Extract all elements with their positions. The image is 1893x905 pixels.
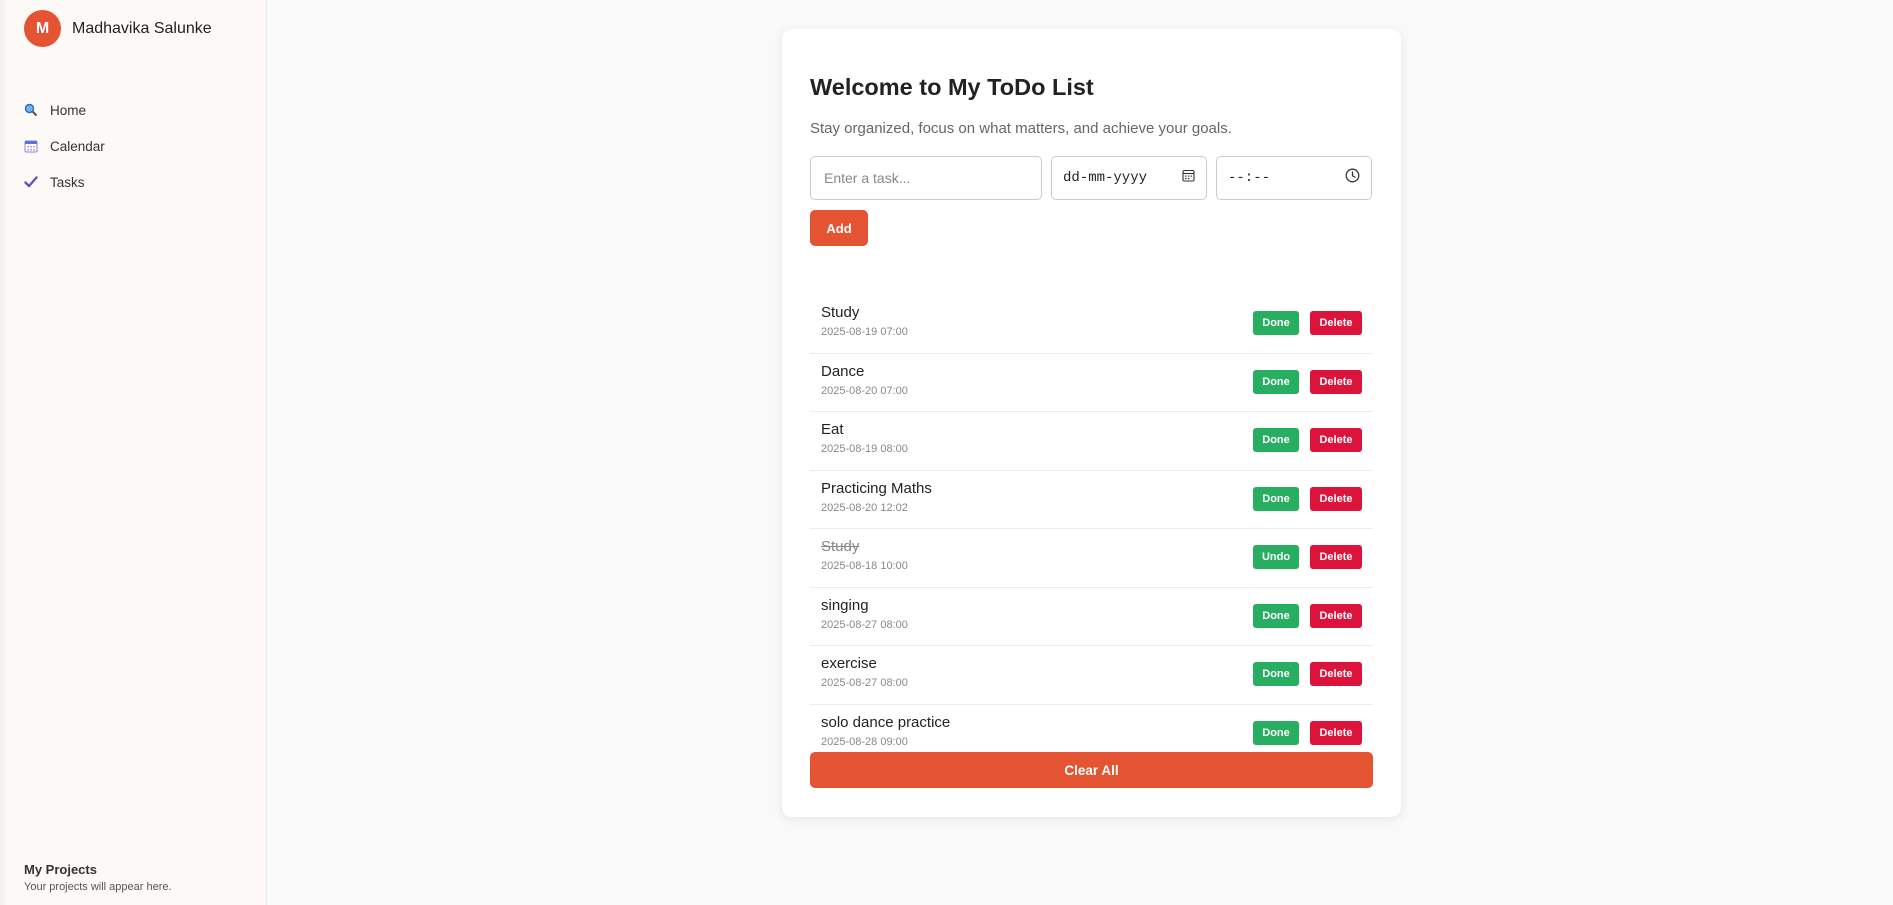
task-datetime: 2025-08-18 10:00 [821, 560, 908, 572]
task-datetime: 2025-08-19 08:00 [821, 443, 908, 455]
task-datetime: 2025-08-20 12:02 [821, 501, 908, 514]
check-icon [24, 175, 38, 189]
user-profile: M Madhavika Salunke [24, 10, 212, 47]
calendar-picker-icon[interactable] [1182, 169, 1195, 187]
page-title: Welcome to My ToDo List [810, 74, 1094, 100]
task-row: Practicing Maths 2025-08-20 12:02 Done D… [810, 471, 1373, 529]
time-input[interactable]: --:-- [1216, 156, 1372, 200]
task-datetime: 2025-08-20 07:00 [821, 384, 908, 397]
task-name: solo dance practice [821, 713, 951, 731]
page-subtitle: Stay organized, focus on what matters, a… [810, 120, 1232, 137]
delete-button[interactable]: Delete [1310, 486, 1362, 511]
task-name: Study [821, 304, 860, 321]
todo-card: Welcome to My ToDo List Stay organized, … [782, 29, 1401, 817]
task-row-completed: Study 2025-08-18 10:00 Undo Delete [810, 529, 1373, 588]
task-row: singing 2025-08-27 08:00 Done Delete [810, 588, 1373, 646]
task-datetime: 2025-08-19 07:00 [821, 326, 908, 338]
done-button[interactable]: Done [1253, 603, 1299, 628]
task-name: singing [821, 596, 869, 614]
task-form: dd-mm-yyyy --:-- [810, 156, 1372, 200]
task-datetime: 2025-08-27 08:00 [821, 677, 908, 689]
user-name: Madhavika Salunke [72, 19, 212, 37]
delete-button[interactable]: Delete [1310, 720, 1362, 745]
projects-subtitle: Your projects will appear here. [24, 881, 172, 893]
task-row: Eat 2025-08-19 08:00 Done Delete [810, 412, 1373, 471]
my-projects-section: My Projects Your projects will appear he… [24, 862, 172, 893]
sidebar-item-label: Calendar [50, 138, 105, 154]
date-input-placeholder: dd-mm-yyyy [1063, 170, 1148, 186]
sidebar-item-tasks[interactable]: Tasks [24, 164, 105, 200]
sidebar-item-home[interactable]: Home [24, 92, 105, 128]
delete-button[interactable]: Delete [1310, 603, 1362, 628]
projects-title: My Projects [24, 862, 97, 877]
done-button[interactable]: Done [1253, 486, 1299, 511]
done-button[interactable]: Done [1253, 428, 1299, 452]
calendar-icon [24, 139, 38, 153]
done-button[interactable]: Done [1253, 311, 1299, 335]
delete-button[interactable]: Delete [1310, 428, 1362, 452]
task-datetime: 2025-08-27 08:00 [821, 618, 908, 631]
done-button[interactable]: Done [1253, 662, 1299, 686]
delete-button[interactable]: Delete [1310, 545, 1362, 569]
done-button[interactable]: Done [1253, 720, 1299, 745]
task-list: Study 2025-08-19 07:00 Done Delete Dance… [810, 295, 1373, 763]
sidebar-item-calendar[interactable]: Calendar [24, 128, 105, 164]
task-row: Dance 2025-08-20 07:00 Done Delete [810, 354, 1373, 412]
sidebar-nav: Home Calendar Tasks [24, 92, 105, 200]
task-datetime: 2025-08-28 09:00 [821, 735, 908, 748]
time-input-placeholder: --:-- [1228, 170, 1271, 186]
task-row: exercise 2025-08-27 08:00 Done Delete [810, 646, 1373, 705]
add-task-button[interactable]: Add [810, 210, 868, 246]
avatar: M [24, 10, 61, 47]
sidebar-item-label: Home [50, 102, 87, 118]
date-input[interactable]: dd-mm-yyyy [1051, 156, 1207, 200]
task-name: Dance [821, 362, 865, 380]
task-name: Practicing Maths [821, 479, 932, 497]
done-button[interactable]: Done [1253, 369, 1299, 394]
task-name: exercise [821, 655, 877, 672]
task-name: Study [821, 538, 860, 555]
sidebar-item-label: Tasks [50, 174, 85, 190]
task-input[interactable] [822, 169, 1030, 187]
clear-all-button[interactable]: Clear All [810, 752, 1373, 788]
clock-icon[interactable] [1345, 168, 1360, 188]
delete-button[interactable]: Delete [1310, 311, 1362, 335]
sidebar: M Madhavika Salunke Home Calendar Tasks … [5, 0, 267, 905]
task-name: Eat [821, 421, 844, 438]
delete-button[interactable]: Delete [1310, 369, 1362, 394]
delete-button[interactable]: Delete [1310, 662, 1362, 686]
undo-button[interactable]: Undo [1253, 545, 1299, 569]
magnifier-icon [24, 103, 38, 117]
task-input-wrapper [810, 156, 1042, 200]
task-row: Study 2025-08-19 07:00 Done Delete [810, 295, 1373, 354]
